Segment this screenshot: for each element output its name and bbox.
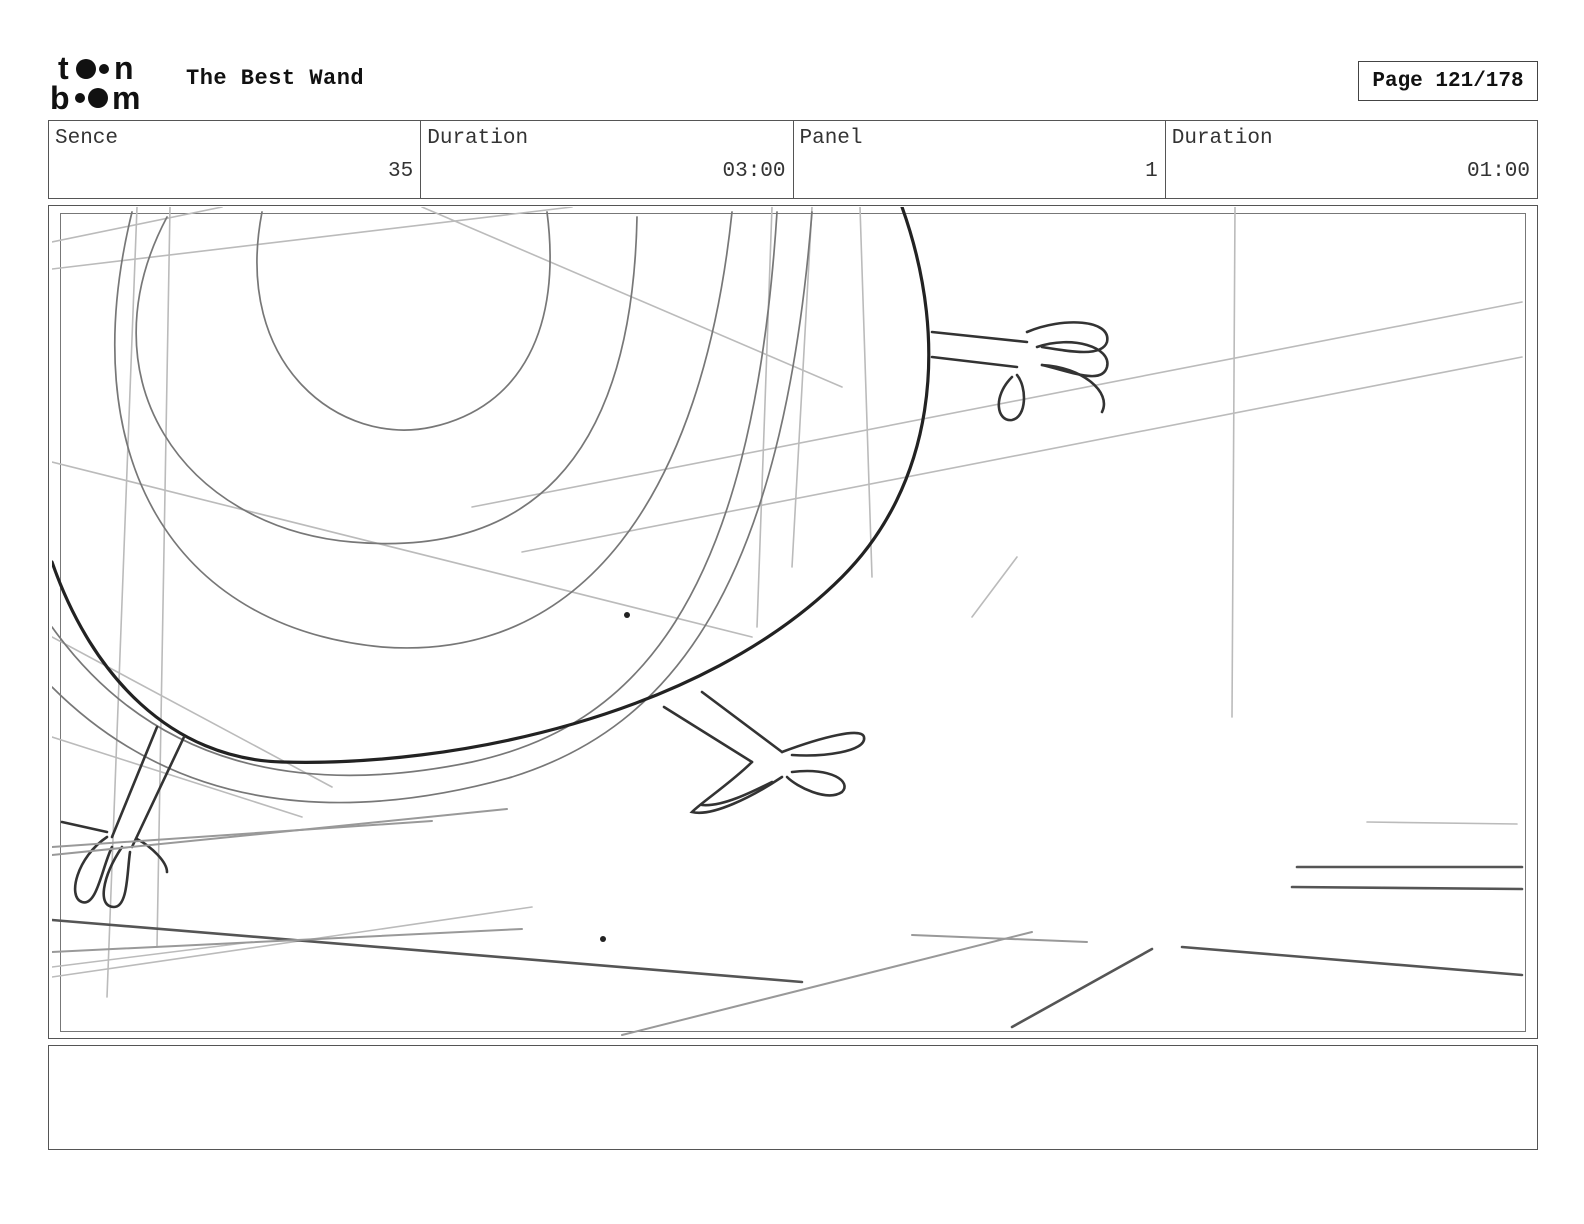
toon-boom-logo: t n b m (50, 52, 140, 112)
panel-label: Panel (799, 127, 863, 150)
panel-duration-label: Duration (1171, 127, 1273, 150)
notes-box (48, 1045, 1538, 1150)
panel-duration-value: 01:00 (1466, 160, 1530, 183)
panel-info-row: Sence 35 Duration 03:00 Panel 1 Duration… (48, 120, 1538, 199)
svg-text:m: m (112, 80, 140, 112)
scene-duration-value: 03:00 (722, 160, 786, 183)
scene-duration-label: Duration (427, 127, 529, 150)
panel-value: 1 (1145, 160, 1158, 183)
storyboard-sketch (52, 207, 1524, 1036)
panel-cell: Panel 1 (792, 121, 1165, 198)
svg-text:b: b (50, 80, 70, 112)
panel-duration-cell: Duration 01:00 (1164, 121, 1537, 198)
scene-label: Sence (55, 127, 119, 150)
scene-value: 35 (388, 160, 414, 183)
scene-duration-cell: Duration 03:00 (420, 121, 792, 198)
scene-cell: Sence 35 (49, 121, 420, 198)
document-title: The Best Wand (186, 66, 365, 91)
page-number: Page 121/178 (1358, 61, 1538, 101)
